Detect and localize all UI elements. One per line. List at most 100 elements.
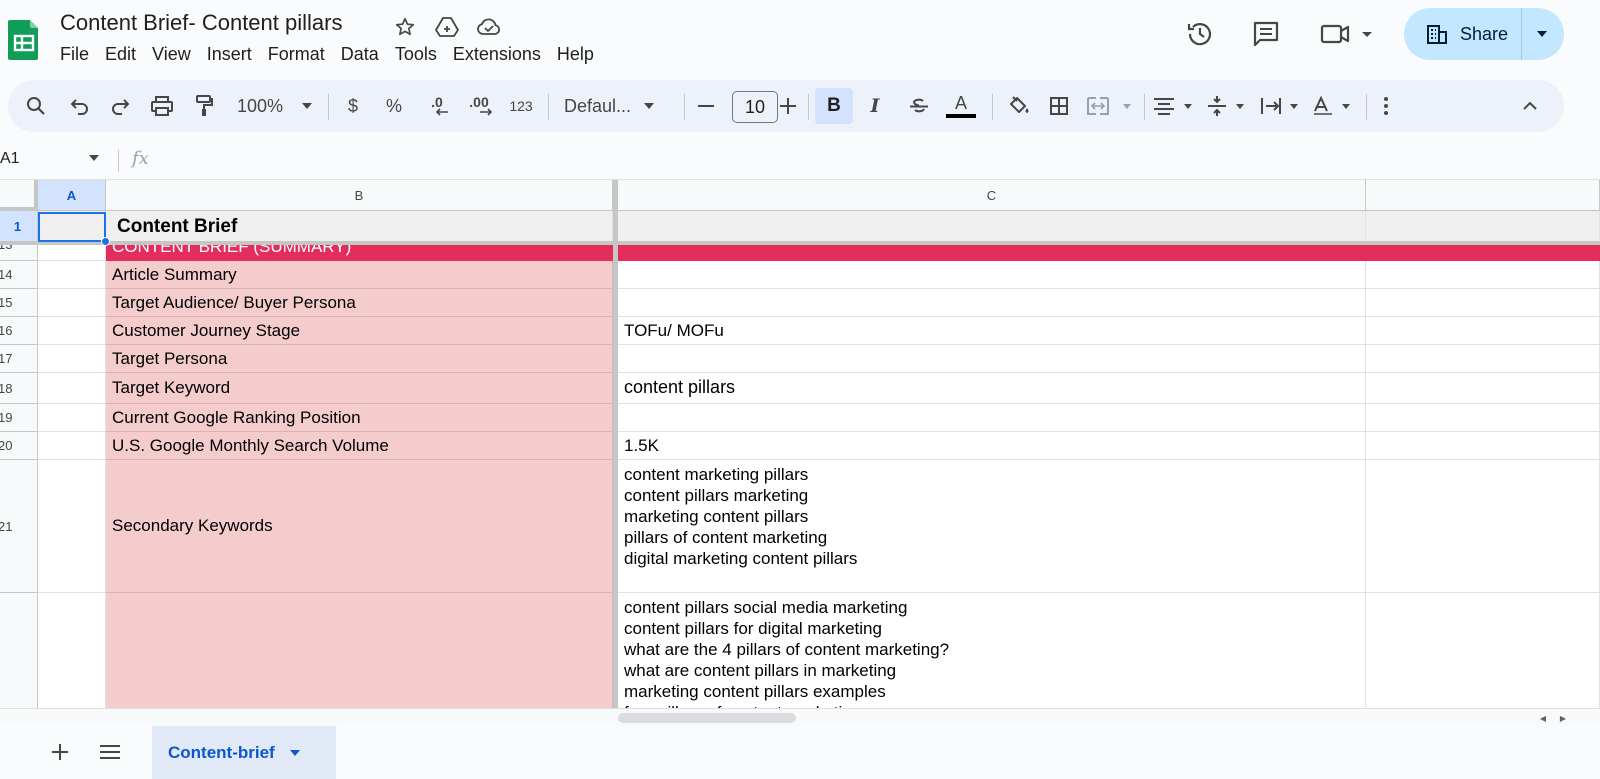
text-rotation-icon[interactable]: [1312, 88, 1360, 124]
borders-icon[interactable]: [1044, 88, 1074, 124]
label-cell[interactable]: Target Keyword: [106, 373, 613, 404]
percent-format-button[interactable]: %: [382, 88, 406, 124]
label-cell[interactable]: U.S. Google Monthly Search Volume: [106, 432, 613, 460]
label-cell[interactable]: Article Summary: [106, 261, 613, 289]
value-cell[interactable]: [618, 345, 1366, 373]
chevron-down-icon[interactable]: [88, 154, 100, 162]
cell-d1[interactable]: [1366, 211, 1600, 242]
star-icon[interactable]: [392, 14, 418, 40]
row-header[interactable]: 1: [0, 211, 38, 242]
move-to-drive-icon[interactable]: [434, 14, 460, 40]
version-history-icon[interactable]: [1184, 18, 1216, 50]
print-icon[interactable]: [148, 88, 176, 124]
cell[interactable]: [1366, 317, 1600, 345]
cloud-saved-icon[interactable]: [476, 14, 502, 40]
increase-decimal-button[interactable]: .00: [462, 88, 496, 124]
add-sheet-icon[interactable]: [46, 738, 74, 766]
cell[interactable]: [38, 460, 106, 593]
column-header-d[interactable]: [1366, 180, 1600, 211]
all-sheets-menu-icon[interactable]: [96, 738, 124, 766]
document-title[interactable]: Content Brief- Content pillars: [60, 10, 342, 36]
cell[interactable]: [1366, 289, 1600, 317]
value-cell[interactable]: 1.5K: [618, 432, 1366, 460]
value-cell[interactable]: content marketing pillars content pillar…: [618, 460, 1366, 593]
more-formats-button[interactable]: 123: [504, 88, 538, 124]
column-header-b[interactable]: B: [106, 180, 613, 211]
horizontal-align-icon[interactable]: [1152, 88, 1200, 124]
label-cell[interactable]: Target Audience/ Buyer Persona: [106, 289, 613, 317]
cell[interactable]: [38, 373, 106, 404]
frozen-column-divider[interactable]: [613, 180, 618, 708]
cell[interactable]: [1366, 460, 1600, 593]
increase-font-size-icon[interactable]: [776, 88, 800, 124]
row-header[interactable]: 19: [0, 404, 38, 432]
font-select[interactable]: Defaul...: [560, 88, 670, 124]
cell[interactable]: [38, 593, 106, 708]
scroll-left-icon[interactable]: ◀: [1536, 712, 1550, 724]
cell[interactable]: [38, 317, 106, 345]
horizontal-scrollbar[interactable]: ◀ ▶: [0, 708, 1600, 726]
label-cell[interactable]: Secondary Keywords: [106, 460, 613, 593]
label-cell[interactable]: [106, 593, 613, 708]
cell[interactable]: [1366, 261, 1600, 289]
cell-a13[interactable]: [38, 245, 106, 261]
row-header[interactable]: 15: [0, 289, 38, 317]
menu-format[interactable]: Format: [260, 42, 333, 66]
paint-format-icon[interactable]: [190, 88, 218, 124]
italic-button[interactable]: I: [860, 88, 890, 124]
redo-icon[interactable]: [106, 88, 134, 124]
row-header[interactable]: [0, 593, 38, 708]
menu-file[interactable]: File: [52, 42, 97, 66]
scrollbar-thumb[interactable]: [618, 713, 796, 723]
label-cell[interactable]: Customer Journey Stage: [106, 317, 613, 345]
cell[interactable]: [38, 432, 106, 460]
undo-icon[interactable]: [66, 88, 94, 124]
cell[interactable]: [38, 404, 106, 432]
comments-icon[interactable]: [1250, 18, 1282, 50]
currency-format-button[interactable]: $: [342, 88, 364, 124]
value-cell[interactable]: TOFu/ MOFu: [618, 317, 1366, 345]
value-cell[interactable]: [618, 289, 1366, 317]
menu-view[interactable]: View: [144, 42, 199, 66]
label-cell[interactable]: Target Persona: [106, 345, 613, 373]
vertical-align-icon[interactable]: [1206, 88, 1254, 124]
more-vert-icon[interactable]: [1374, 88, 1398, 124]
menu-insert[interactable]: Insert: [199, 42, 260, 66]
search-menus-icon[interactable]: [22, 88, 50, 124]
fill-color-icon[interactable]: [1004, 88, 1034, 124]
text-color-button[interactable]: A: [944, 88, 978, 124]
row-header[interactable]: 20: [0, 432, 38, 460]
name-box[interactable]: A1: [0, 150, 20, 168]
cell[interactable]: [38, 261, 106, 289]
merge-cells-icon[interactable]: [1086, 88, 1136, 124]
value-cell[interactable]: content pillars social media marketing c…: [618, 593, 1366, 708]
cell[interactable]: [38, 289, 106, 317]
cell[interactable]: [1366, 432, 1600, 460]
cell[interactable]: [1366, 345, 1600, 373]
menu-data[interactable]: Data: [333, 42, 387, 66]
chevron-down-icon[interactable]: [289, 749, 301, 757]
row-header[interactable]: 14: [0, 261, 38, 289]
cell[interactable]: [1366, 593, 1600, 708]
value-cell[interactable]: [618, 404, 1366, 432]
row-header[interactable]: 21: [0, 460, 38, 593]
summary-band-cell[interactable]: CONTENT BRIEF (SUMMARY): [106, 245, 613, 261]
scroll-right-icon[interactable]: ▶: [1556, 712, 1570, 724]
value-cell[interactable]: content pillars: [618, 373, 1366, 404]
font-size-input[interactable]: 10: [732, 91, 778, 123]
zoom-select[interactable]: 100%: [230, 88, 320, 124]
meet-video-icon[interactable]: [1318, 18, 1376, 50]
row-header[interactable]: 17: [0, 345, 38, 373]
value-cell[interactable]: [618, 261, 1366, 289]
row-header[interactable]: 18: [0, 373, 38, 404]
menu-extensions[interactable]: Extensions: [445, 42, 549, 66]
decrease-font-size-icon[interactable]: [694, 88, 718, 124]
cell[interactable]: [38, 345, 106, 373]
label-cell[interactable]: Current Google Ranking Position: [106, 404, 613, 432]
collapse-toolbar-icon[interactable]: [1516, 88, 1544, 124]
decrease-decimal-button[interactable]: .0: [422, 88, 452, 124]
column-header-a[interactable]: A: [38, 180, 106, 211]
select-all-corner[interactable]: [0, 180, 38, 211]
cell-b1[interactable]: Content Brief: [106, 211, 613, 242]
sheet-tab-content-brief[interactable]: Content-brief: [152, 726, 336, 779]
